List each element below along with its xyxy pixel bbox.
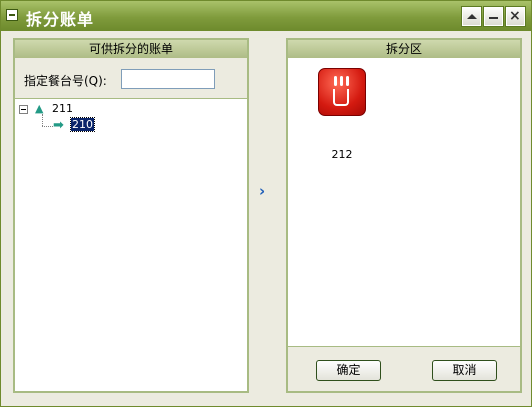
table-number-label: 指定餐台号(Q): xyxy=(24,74,107,88)
table-number-input[interactable] xyxy=(121,69,215,89)
maximize-button[interactable] xyxy=(483,6,504,27)
minimize-icon xyxy=(467,14,477,19)
cancel-button[interactable]: 取消 xyxy=(432,360,497,381)
close-button[interactable]: × xyxy=(505,6,526,27)
tree-connector xyxy=(42,126,53,127)
move-right-button[interactable]: › xyxy=(259,182,265,200)
split-bill-window: 拆分账单 × 可供拆分的账单 指定餐台号(Q): ▲ 211 ➡ 210 › 拆… xyxy=(0,0,532,407)
tree-connector xyxy=(42,114,43,126)
window-title: 拆分账单 xyxy=(26,10,95,29)
coffee-cup-icon[interactable] xyxy=(318,68,366,116)
bill-tree[interactable]: ▲ 211 ➡ 210 xyxy=(15,98,247,391)
maximize-icon xyxy=(489,17,498,19)
close-icon: × xyxy=(509,8,521,24)
right-arrow-icon: ➡ xyxy=(53,118,64,133)
split-area-header: 拆分区 xyxy=(288,40,520,58)
available-bills-header: 可供拆分的账单 xyxy=(15,40,247,58)
steam-icon xyxy=(346,76,349,86)
title-bar[interactable]: 拆分账单 × xyxy=(1,1,531,31)
available-bills-panel: 可供拆分的账单 指定餐台号(Q): ▲ 211 ➡ 210 xyxy=(13,38,249,393)
split-area-content: 212 xyxy=(288,58,520,347)
ok-button[interactable]: 确定 xyxy=(316,360,381,381)
tree-node-selected[interactable]: 210 xyxy=(70,117,95,132)
steam-icon xyxy=(340,76,343,86)
minimize-button[interactable] xyxy=(461,6,482,27)
tile-label: 212 xyxy=(331,148,353,161)
window-menu-icon[interactable] xyxy=(6,9,18,21)
up-arrow-icon: ▲ xyxy=(35,102,44,115)
collapse-toggle[interactable] xyxy=(19,105,28,114)
steam-icon xyxy=(334,76,337,86)
tree-node-root[interactable]: 211 xyxy=(52,102,73,115)
split-area-panel: 拆分区 212 确定 取消 xyxy=(286,38,522,393)
cup-icon xyxy=(333,89,349,106)
